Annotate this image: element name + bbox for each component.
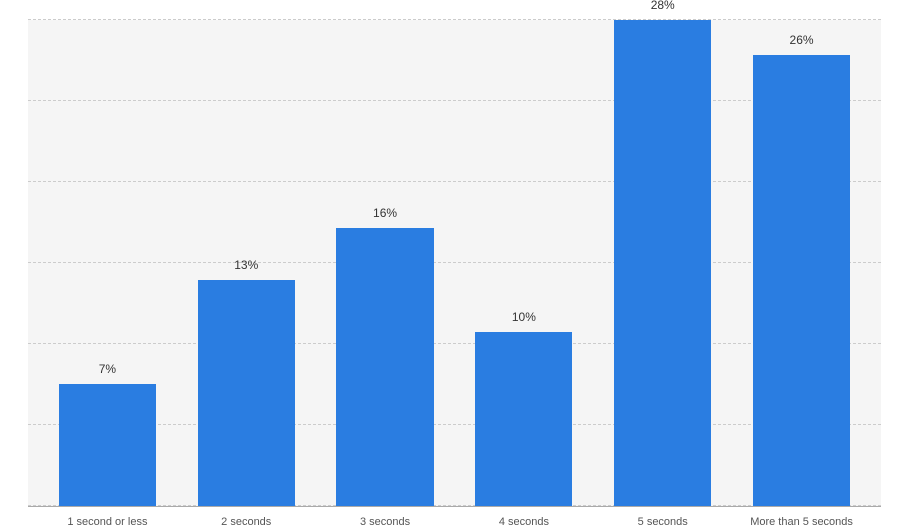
bar-group: 10%	[454, 20, 593, 506]
x-axis-label: 3 seconds	[316, 507, 455, 529]
bar: 7%	[59, 384, 156, 505]
chart-container: 7% 13% 16% 10% 28% 26% 1 second or less2 seco…	[0, 0, 901, 529]
x-axis-label: 2 seconds	[177, 507, 316, 529]
x-axis: 1 second or less2 seconds3 seconds4 seco…	[28, 506, 881, 529]
bar-value-label: 7%	[99, 362, 116, 376]
x-axis-label: 1 second or less	[38, 507, 177, 529]
bar: 28%	[614, 20, 711, 506]
bar-group: 28%	[593, 20, 732, 506]
bar: 16%	[336, 228, 433, 506]
bar-group: 13%	[177, 20, 316, 506]
x-axis-label: More than 5 seconds	[732, 507, 871, 529]
bar-value-label: 10%	[512, 310, 536, 324]
bar-group: 16%	[316, 20, 455, 506]
grid-and-bars: 7% 13% 16% 10% 28% 26%	[28, 20, 881, 506]
bars-row: 7% 13% 16% 10% 28% 26%	[28, 20, 881, 506]
bar-value-label: 16%	[373, 206, 397, 220]
bar-value-label: 13%	[234, 258, 258, 272]
x-axis-label: 5 seconds	[593, 507, 732, 529]
bar: 26%	[753, 55, 850, 506]
bar-value-label: 28%	[651, 0, 675, 12]
y-axis-label	[20, 20, 28, 529]
bar: 13%	[198, 280, 295, 506]
bar-group: 7%	[38, 20, 177, 506]
bar-group: 26%	[732, 20, 871, 506]
chart-inner: 7% 13% 16% 10% 28% 26% 1 second or less2 seco…	[28, 20, 881, 529]
x-axis-label: 4 seconds	[454, 507, 593, 529]
bar: 10%	[475, 332, 572, 505]
bar-value-label: 26%	[790, 33, 814, 47]
chart-area: 7% 13% 16% 10% 28% 26% 1 second or less2 seco…	[20, 20, 881, 529]
